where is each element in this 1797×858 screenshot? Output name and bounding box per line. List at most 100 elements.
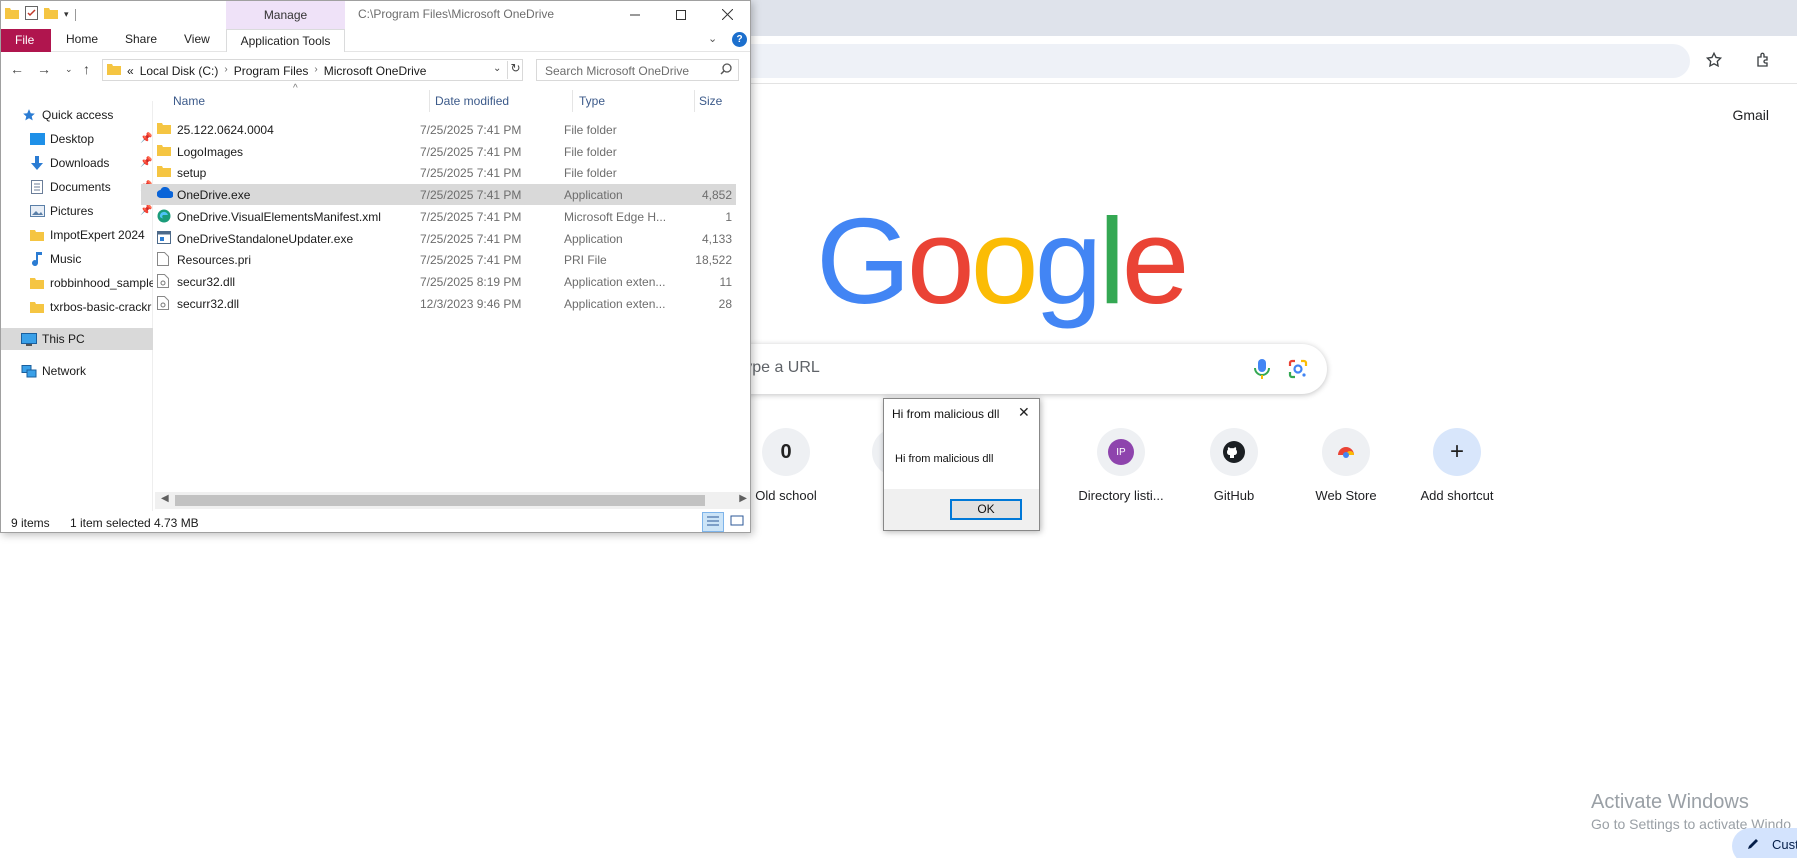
file-row[interactable]: securr32.dll 12/3/2023 9:46 PM Application… xyxy=(141,293,736,314)
pencil-icon xyxy=(1746,837,1760,854)
tab-home[interactable]: Home xyxy=(66,32,98,46)
nav-impotexpert[interactable]: ImpotExpert 2024 xyxy=(1,224,153,246)
file-row[interactable]: 25.122.0624.0004 7/25/2025 7:41 PM File fo… xyxy=(141,119,736,140)
dialog-title: Hi from malicious dll xyxy=(892,407,1000,421)
nav-quick-access[interactable]: Quick access xyxy=(1,104,153,126)
breadcrumb-microsoft-onedrive[interactable]: Microsoft OneDrive xyxy=(324,64,427,78)
extensions-icon[interactable] xyxy=(1752,48,1776,72)
nav-pictures[interactable]: Pictures 📌 xyxy=(1,200,153,222)
nav-desktop[interactable]: Desktop 📌 xyxy=(1,128,153,150)
nav-documents[interactable]: Documents 📌 xyxy=(1,176,153,198)
file-name: setup xyxy=(177,166,207,181)
file-type: File folder xyxy=(564,123,617,137)
file-row[interactable]: secur32.dll 7/25/2025 8:19 PM Application … xyxy=(141,271,736,292)
column-header-size[interactable]: Size xyxy=(699,94,722,108)
file-row[interactable]: OneDrive.VisualElementsManifest.xml 7/25/… xyxy=(141,206,736,227)
nav-label: Quick access xyxy=(42,108,114,122)
refresh-icon[interactable]: ↻ xyxy=(507,61,523,79)
tab-application-tools[interactable]: Application Tools xyxy=(226,29,345,52)
help-icon[interactable]: ? xyxy=(732,32,747,47)
nav-robbinhood-sample[interactable]: robbinhood_sample xyxy=(1,272,153,294)
expand-ribbon-icon[interactable]: ⌄ xyxy=(708,32,717,45)
shortcut-github[interactable]: GitHub xyxy=(1178,428,1290,503)
shortcut-icon: 0 xyxy=(762,428,810,476)
scrollbar-thumb[interactable] xyxy=(175,495,705,506)
file-name: OneDrive.exe xyxy=(177,188,251,203)
item-count: 9 items xyxy=(11,516,50,530)
file-name: LogoImages xyxy=(177,144,244,159)
nav-label: This PC xyxy=(42,332,85,346)
ok-button[interactable]: OK xyxy=(950,499,1022,520)
search-input[interactable]: Search Microsoft OneDrive xyxy=(536,59,739,81)
nav-network[interactable]: Network xyxy=(1,360,153,382)
address-bar[interactable]: « Local Disk (C:) › Program Files › Micr… xyxy=(102,59,523,81)
window-title: C:\Program Files\Microsoft OneDrive xyxy=(358,7,555,21)
microphone-icon[interactable] xyxy=(1253,358,1271,383)
file-type: Application exten... xyxy=(564,274,666,289)
details-view-icon[interactable] xyxy=(702,512,724,532)
nav-txrbos[interactable]: txrbos-basic-crackr xyxy=(1,296,153,318)
file-type: PRI File xyxy=(564,253,607,268)
tab-file[interactable]: File xyxy=(1,29,51,52)
tab-view[interactable]: View xyxy=(184,32,210,46)
folder-icon xyxy=(107,63,121,78)
file-row[interactable]: OneDrive.exe 7/25/2025 7:41 PM Application… xyxy=(141,184,736,206)
nav-label: ImpotExpert 2024 xyxy=(50,228,145,242)
quick-access-toolbar: ▾ xyxy=(5,6,76,23)
file-icon xyxy=(157,252,171,267)
breadcrumb-local-disk[interactable]: Local Disk (C:) xyxy=(140,64,219,78)
new-folder-icon[interactable] xyxy=(44,7,58,22)
column-header-name[interactable]: Name xyxy=(173,94,205,108)
search-icon[interactable] xyxy=(720,63,732,78)
file-row[interactable]: OneDriveStandaloneUpdater.exe 7/25/2025 7… xyxy=(141,228,736,249)
column-divider[interactable] xyxy=(572,90,573,112)
dialog-footer: OK xyxy=(884,489,1039,530)
tab-share[interactable]: Share xyxy=(125,32,157,46)
column-divider[interactable] xyxy=(694,90,695,112)
maximize-button[interactable] xyxy=(658,1,704,28)
nav-label: Documents xyxy=(50,180,111,194)
scroll-left-icon[interactable]: ◀ xyxy=(161,493,169,504)
file-date: 7/25/2025 7:41 PM xyxy=(420,253,522,268)
horizontal-scrollbar[interactable]: ◀ ▶ xyxy=(155,492,750,509)
file-row[interactable]: LogoImages 7/25/2025 7:41 PM File folder xyxy=(141,141,736,162)
scroll-right-icon[interactable]: ▶ xyxy=(739,493,747,504)
properties-icon[interactable] xyxy=(25,6,38,23)
shortcut-directory-listing[interactable]: IP Directory listi... xyxy=(1065,428,1177,503)
close-button[interactable] xyxy=(704,1,750,28)
shortcut-add[interactable]: + Add shortcut xyxy=(1401,428,1513,503)
back-arrow-icon[interactable]: ← xyxy=(10,61,24,77)
forward-arrow-icon[interactable]: → xyxy=(37,61,51,77)
bookmark-star-icon[interactable] xyxy=(1702,48,1726,72)
chevron-down-icon[interactable]: ⌄ xyxy=(493,63,501,74)
customize-chrome-button[interactable]: Cust xyxy=(1732,828,1797,858)
chevron-right-icon[interactable]: › xyxy=(224,64,227,78)
close-icon[interactable]: ✕ xyxy=(1018,404,1030,421)
column-header-date[interactable]: Date modified xyxy=(435,94,509,108)
gmail-link[interactable]: Gmail xyxy=(1732,107,1769,123)
large-icons-view-icon[interactable] xyxy=(727,512,749,532)
file-row[interactable]: Resources.pri 7/25/2025 7:41 PM PRI File 18… xyxy=(141,249,736,270)
recent-locations-icon[interactable]: ⌄ xyxy=(65,64,73,75)
logo-letter: g xyxy=(1034,193,1103,329)
nav-music[interactable]: Music xyxy=(1,248,153,270)
nav-downloads[interactable]: Downloads 📌 xyxy=(1,152,153,174)
star-icon xyxy=(21,107,37,123)
google-lens-icon[interactable] xyxy=(1287,358,1309,383)
chevron-right-icon[interactable]: › xyxy=(314,64,317,78)
file-date: 7/25/2025 7:41 PM xyxy=(420,144,522,159)
minimize-button[interactable] xyxy=(612,1,658,28)
file-row[interactable]: setup 7/25/2025 7:41 PM File folder xyxy=(141,162,736,183)
column-header-type[interactable]: Type xyxy=(579,94,605,108)
customize-qat-icon[interactable]: ▾ xyxy=(64,9,69,20)
breadcrumb-overflow[interactable]: « xyxy=(127,64,134,78)
column-divider[interactable] xyxy=(429,90,430,112)
dll-file-icon xyxy=(157,273,171,289)
nav-label: Network xyxy=(42,364,87,378)
shortcut-web-store[interactable]: Web Store xyxy=(1290,428,1402,503)
breadcrumb-program-files[interactable]: Program Files xyxy=(234,64,309,78)
up-arrow-icon[interactable]: ↑ xyxy=(83,61,90,77)
file-type: Application xyxy=(564,188,623,203)
folder-icon xyxy=(29,227,45,243)
nav-this-pc[interactable]: This PC xyxy=(1,328,153,350)
